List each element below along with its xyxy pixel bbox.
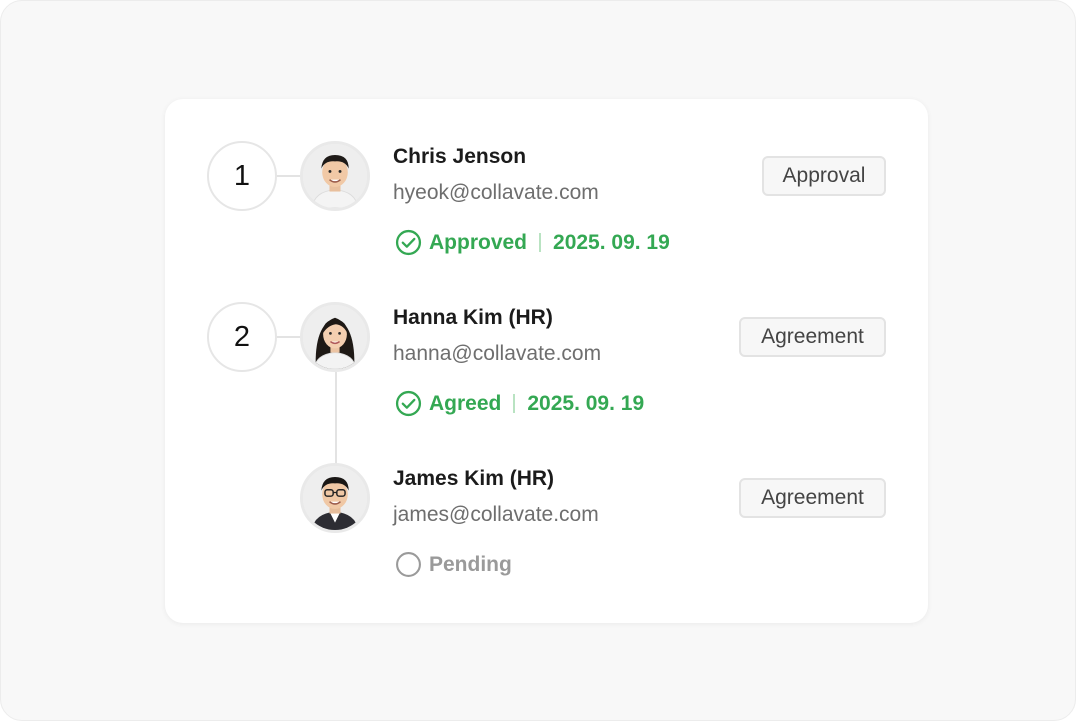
approver-name: Hanna Kim (HR) (393, 306, 553, 329)
role-badge-label: Agreement (761, 486, 864, 509)
approver-email: hanna@collavate.com (393, 342, 602, 365)
empty-circle-icon (395, 551, 422, 578)
status-divider (513, 394, 516, 413)
avatar (300, 302, 370, 372)
role-badge-agreement[interactable]: Agreement (739, 317, 886, 357)
status-label: Pending (429, 552, 512, 576)
step-number-label: 2 (233, 320, 251, 353)
approver-name: Chris Jenson (393, 145, 527, 168)
avatar (300, 141, 370, 211)
approver-name: James Kim (HR) (393, 467, 555, 490)
step-number-2: 2 (207, 302, 277, 372)
approver-connector (335, 372, 337, 466)
check-circle-icon (395, 229, 422, 256)
role-badge-label: Agreement (761, 325, 864, 348)
approval-status: Agreed 2025. 09. 19 (395, 390, 644, 417)
approver-email: hyeok@collavate.com (393, 181, 599, 204)
step-connector (277, 175, 301, 177)
status-label: Approved (429, 230, 528, 254)
step-connector (277, 336, 301, 338)
role-badge-approval[interactable]: Approval (762, 156, 886, 196)
role-badge-agreement[interactable]: Agreement (739, 478, 886, 518)
avatar-man-glasses-icon (303, 466, 367, 530)
avatar (300, 463, 370, 533)
status-date: 2025. 09. 19 (553, 230, 670, 254)
avatar-woman-icon (303, 305, 367, 369)
step-number-label: 1 (233, 159, 251, 192)
check-circle-icon (395, 390, 422, 417)
status-label: Agreed (429, 391, 502, 415)
status-divider (539, 233, 542, 252)
approval-line-card: 1 Chris Jenson hyeok@collavate.com Appro… (165, 99, 928, 623)
approval-status: Approved 2025. 09. 19 (395, 229, 670, 256)
avatar-man-icon (303, 144, 367, 208)
status-date: 2025. 09. 19 (527, 391, 645, 415)
approval-status: Pending (395, 551, 512, 578)
role-badge-label: Approval (782, 164, 866, 187)
approver-email: james@collavate.com (393, 503, 599, 526)
step-number-1: 1 (207, 141, 277, 211)
page-background: 1 Chris Jenson hyeok@collavate.com Appro… (0, 0, 1076, 721)
